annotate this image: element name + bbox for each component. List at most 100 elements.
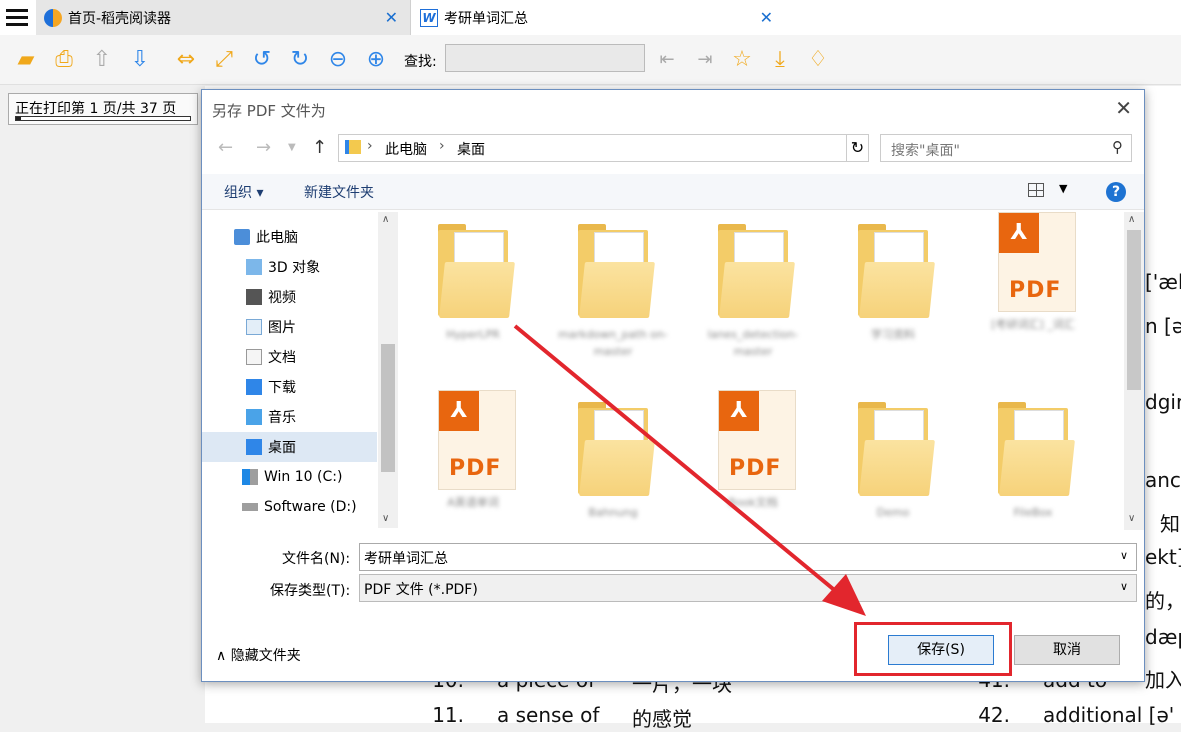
search-input[interactable]: 搜索"桌面" ⚲ xyxy=(880,134,1132,162)
chevron-down-icon[interactable]: ▼ xyxy=(288,142,296,153)
prev-page-icon[interactable]: ⇧ xyxy=(89,47,115,73)
doc-row-num: 42. xyxy=(978,703,1010,727)
file-name: HyperLPR xyxy=(446,328,500,341)
chevron-down-icon[interactable]: ∨ xyxy=(1120,549,1128,562)
tree-scroll-thumb[interactable] xyxy=(381,344,395,472)
back-arrow-icon[interactable]: ← xyxy=(218,137,233,158)
print-status-text: 正在打印第 1 页/共 37 页 xyxy=(15,101,177,117)
tab-home[interactable]: 首页-稻壳阅读器 ✕ xyxy=(36,0,411,35)
file-name: lanes_detection-master xyxy=(707,328,799,358)
file-name: [考研词汇] _词汇 xyxy=(991,318,1075,331)
folder-icon xyxy=(858,400,936,500)
hamburger-menu-icon[interactable] xyxy=(6,9,28,27)
tree-item-label: 图片 xyxy=(268,320,296,336)
close-icon[interactable]: ✕ xyxy=(1115,96,1132,120)
zoom-out-icon[interactable]: ⊖ xyxy=(325,47,351,73)
close-icon[interactable]: ✕ xyxy=(760,8,773,27)
breadcrumb-desktop[interactable]: 桌面 xyxy=(457,139,485,159)
print-icon[interactable]: ⎙ xyxy=(51,47,77,73)
tree-item-desktop[interactable]: 桌面 xyxy=(202,432,377,462)
filetype-select[interactable]: PDF 文件 (*.PDF) xyxy=(359,574,1137,602)
forward-arrow-icon[interactable]: → xyxy=(256,137,271,158)
doc-text: 加入 xyxy=(1145,668,1181,692)
rotate-right-icon[interactable]: ↻ xyxy=(287,47,313,73)
find-input[interactable] xyxy=(445,44,645,72)
scroll-down-icon[interactable]: ∨ xyxy=(1128,513,1135,524)
chevron-down-icon[interactable]: ▼ xyxy=(1059,182,1067,195)
file-name: 学习资料 xyxy=(871,328,915,341)
print-status: 正在打印第 1 页/共 37 页 xyxy=(8,93,198,125)
doc-text: ekt] xyxy=(1145,545,1181,569)
fullscreen-icon[interactable]: ⤢ xyxy=(211,47,237,73)
up-arrow-icon[interactable]: ↑ xyxy=(312,137,327,158)
tree-item-label: 桌面 xyxy=(268,440,296,456)
doc-text: ['æk xyxy=(1145,270,1181,294)
file-item[interactable]: markdown_path on-master xyxy=(558,222,668,392)
fit-width-icon[interactable]: ⇔ xyxy=(173,47,199,73)
find-next-icon[interactable]: ⇥ xyxy=(692,47,718,73)
computer-icon xyxy=(234,229,250,245)
rotate-left-icon[interactable]: ↺ xyxy=(249,47,275,73)
find-label: 查找: xyxy=(404,54,437,70)
file-item[interactable]: FileBox xyxy=(978,400,1088,530)
file-item[interactable]: 学习资料 xyxy=(838,222,948,392)
filetype-label: 保存类型(T): xyxy=(270,583,351,599)
file-item[interactable]: Bahnung xyxy=(558,400,668,530)
find-prev-icon[interactable]: ⇤ xyxy=(654,47,680,73)
tree-item-drive-c[interactable]: Win 10 (C:) xyxy=(202,462,377,492)
chevron-right-icon[interactable]: › xyxy=(439,138,445,154)
tree-item-music[interactable]: 音乐 xyxy=(202,402,377,432)
address-bar[interactable]: › 此电脑 › 桌面 ∨ xyxy=(338,134,869,162)
file-item[interactable]: ⅄ PDF Book文档 xyxy=(698,390,808,530)
next-page-icon[interactable]: ⇩ xyxy=(127,47,153,73)
help-icon[interactable]: ? xyxy=(1106,182,1126,202)
tree-item-label: 文档 xyxy=(268,350,296,366)
tab-document[interactable]: W 考研单词汇总 ✕ xyxy=(412,0,785,35)
files-scroll-thumb[interactable] xyxy=(1127,230,1141,390)
search-icon[interactable]: ⚲ xyxy=(1112,138,1123,156)
filename-field[interactable]: 考研单词汇总 xyxy=(359,543,1137,571)
file-item[interactable]: ⅄ PDF A英语单词 xyxy=(418,390,528,530)
zoom-in-icon[interactable]: ⊕ xyxy=(363,47,389,73)
star-icon[interactable]: ☆ xyxy=(729,47,755,73)
tree-item-label: Win 10 (C:) xyxy=(264,469,343,485)
tree-item-videos[interactable]: 视频 xyxy=(202,282,377,312)
file-item[interactable]: lanes_detection-master xyxy=(698,222,808,392)
close-icon[interactable]: ✕ xyxy=(385,8,398,27)
tree-item-this-pc[interactable]: 此电脑 xyxy=(202,222,377,252)
video-icon xyxy=(246,289,262,305)
tree-item-downloads[interactable]: 下载 xyxy=(202,372,377,402)
vip-diamond-icon[interactable]: ♢ xyxy=(805,47,831,73)
scroll-up-icon[interactable]: ∧ xyxy=(382,214,389,225)
view-options-icon[interactable] xyxy=(1028,183,1044,197)
cancel-button[interactable]: 取消 xyxy=(1014,635,1120,665)
tree-item-documents[interactable]: 文档 xyxy=(202,342,377,372)
desktop-icon xyxy=(246,439,262,455)
tree-item-3d-objects[interactable]: 3D 对象 xyxy=(202,252,377,282)
file-item[interactable]: Demo xyxy=(838,400,948,530)
chevron-right-icon[interactable]: › xyxy=(367,138,373,154)
open-folder-icon[interactable]: ▰ xyxy=(13,47,39,73)
dialog-title: 另存 PDF 文件为 xyxy=(212,102,326,120)
folder-icon xyxy=(438,222,516,322)
tree-item-label: 视频 xyxy=(268,290,296,306)
tree-item-drive-d[interactable]: Software (D:) xyxy=(202,492,377,522)
new-folder-button[interactable]: 新建文件夹 xyxy=(304,182,374,202)
organize-button[interactable]: 组织 ▾ xyxy=(224,182,263,202)
refresh-icon[interactable]: ↻ xyxy=(846,134,869,162)
file-item[interactable]: HyperLPR xyxy=(418,222,528,392)
download-icon[interactable]: ⤓ xyxy=(767,47,793,73)
scroll-up-icon[interactable]: ∧ xyxy=(1128,214,1135,225)
file-name: Book文档 xyxy=(728,496,778,509)
doc-text: dgir xyxy=(1145,390,1181,414)
hide-folders-toggle[interactable]: ∧ 隐藏文件夹 xyxy=(216,645,301,665)
tree-item-label: 此电脑 xyxy=(256,230,298,246)
3d-objects-icon xyxy=(246,259,262,275)
chevron-down-icon[interactable]: ∨ xyxy=(1120,580,1128,593)
word-doc-icon: W xyxy=(420,8,438,27)
scroll-down-icon[interactable]: ∨ xyxy=(382,513,389,524)
file-item[interactable]: ⅄ PDF [考研词汇] _词汇 xyxy=(978,212,1088,382)
command-bar: 组织 ▾ 新建文件夹 ▼ xyxy=(202,174,1144,210)
tree-item-pictures[interactable]: 图片 xyxy=(202,312,377,342)
breadcrumb-this-pc[interactable]: 此电脑 xyxy=(385,139,427,159)
